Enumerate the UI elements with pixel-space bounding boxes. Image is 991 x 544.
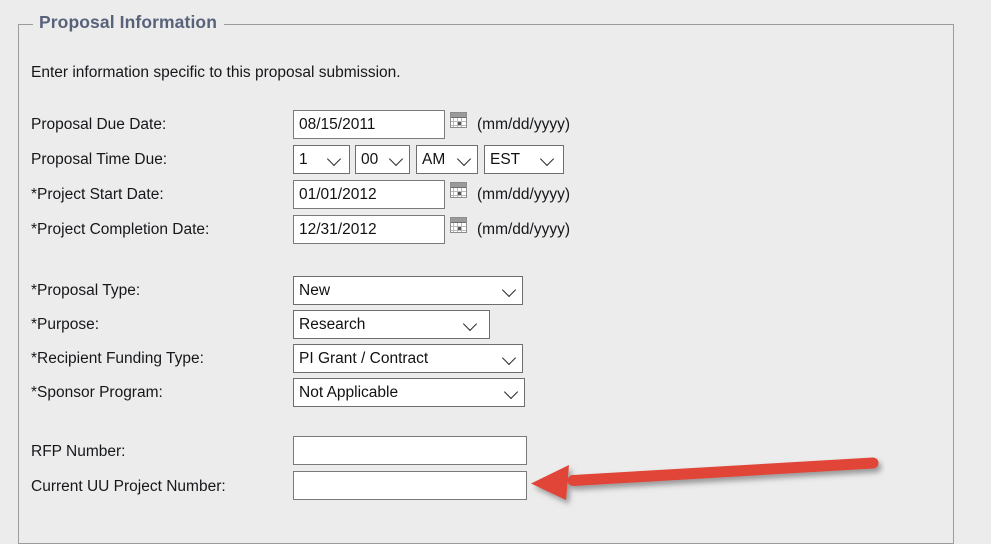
purpose-select[interactable]: Research [293,310,490,339]
project-completion-date-input[interactable] [293,215,445,244]
calendar-icon-day [458,192,461,195]
calendar-icon[interactable] [450,182,467,198]
panel-intro-text: Enter information specific to this propo… [31,64,401,82]
chevron-down-icon [540,151,554,165]
chevron-down-icon [502,282,516,296]
calendar-icon-day [458,122,461,125]
calendar-icon[interactable] [450,112,467,128]
proposal-time-due-hour-select[interactable]: 1 [293,145,350,174]
chevron-down-icon [327,151,341,165]
proposal-type-value: New [299,282,330,300]
current-uu-project-number-label: Current UU Project Number: [31,477,226,497]
sponsor-program-label: *Sponsor Program: [31,383,163,403]
proposal-due-date-label: Proposal Due Date: [31,115,166,135]
calendar-icon-grid [451,188,466,198]
proposal-time-due-minute-value: 00 [361,151,378,169]
project-start-date-label: *Project Start Date: [31,185,164,205]
proposal-time-due-timezone-select[interactable]: EST [484,145,564,174]
chevron-down-icon [457,151,471,165]
proposal-time-due-meridiem-value: AM [422,151,445,169]
chevron-down-icon [504,384,518,398]
rfp-number-label: RFP Number: [31,442,125,462]
chevron-down-icon [463,316,477,330]
current-uu-project-number-input[interactable] [293,471,527,500]
proposal-time-due-timezone-value: EST [490,151,520,169]
calendar-icon[interactable] [450,217,467,233]
proposal-type-select[interactable]: New [293,276,523,305]
chevron-down-icon [389,151,403,165]
proposal-due-date-input[interactable] [293,110,445,139]
sponsor-program-select[interactable]: Not Applicable [293,378,525,407]
recipient-funding-type-label: *Recipient Funding Type: [31,349,204,369]
panel-legend: Proposal Information [33,12,224,32]
rfp-number-input[interactable] [293,436,527,465]
recipient-funding-type-value: PI Grant / Contract [299,350,428,368]
project-start-date-input[interactable] [293,180,445,209]
proposal-time-due-minute-select[interactable]: 00 [355,145,410,174]
proposal-type-label: *Proposal Type: [31,281,140,301]
chevron-down-icon [502,350,516,364]
proposal-time-due-label: Proposal Time Due: [31,150,167,170]
purpose-label: *Purpose: [31,315,99,335]
project-completion-date-format-hint: (mm/dd/yyyy) [477,220,570,240]
project-completion-date-label: *Project Completion Date: [31,220,209,240]
recipient-funding-type-select[interactable]: PI Grant / Contract [293,344,523,373]
calendar-icon-grid [451,118,466,128]
proposal-time-due-meridiem-select[interactable]: AM [416,145,478,174]
proposal-due-date-format-hint: (mm/dd/yyyy) [477,115,570,135]
purpose-value: Research [299,316,365,334]
proposal-time-due-hour-value: 1 [299,151,308,169]
sponsor-program-value: Not Applicable [299,384,398,402]
project-start-date-format-hint: (mm/dd/yyyy) [477,185,570,205]
calendar-icon-grid [451,223,466,233]
calendar-icon-day [458,227,461,230]
